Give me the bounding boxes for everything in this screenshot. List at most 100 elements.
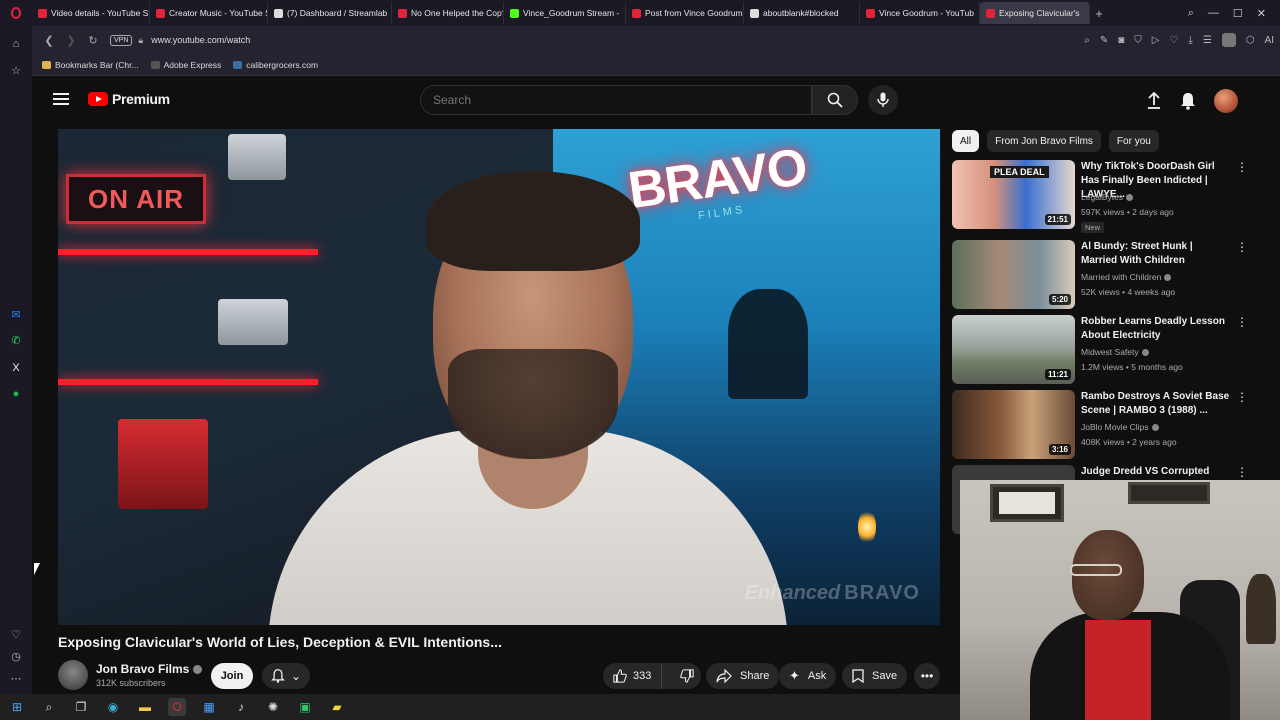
browser-tab[interactable]: Creator Music - YouTube S <box>150 2 268 24</box>
channel-label: LegalBytes <box>1081 192 1124 202</box>
browser-tab[interactable]: (7) Dashboard / Streamlab <box>268 2 392 24</box>
tab-label: Creator Music - YouTube S <box>169 8 268 18</box>
heart-icon[interactable]: ♡ <box>8 626 24 642</box>
kebab-menu-icon[interactable]: ⋮ <box>1236 315 1248 329</box>
more-icon[interactable]: ⋯ <box>8 670 24 686</box>
video-thumbnail[interactable]: 3:16 <box>952 390 1075 459</box>
like-button[interactable]: 333 <box>603 663 663 689</box>
download-icon[interactable]: ⤓ <box>1188 35 1192 46</box>
subscription-bell-button[interactable]: ⌄ <box>262 663 310 689</box>
chip-all[interactable]: All <box>952 130 980 152</box>
app-icon[interactable]: ▣ <box>296 698 314 716</box>
heart-icon[interactable]: ♡ <box>1169 35 1178 46</box>
search-tabs-icon[interactable]: ⌕ <box>1188 7 1194 20</box>
windows-start-icon[interactable]: ⊞ <box>8 698 26 716</box>
chatgpt-icon[interactable]: ✺ <box>264 698 282 716</box>
browser-tab[interactable]: No One Helped the Cop? <box>392 2 504 24</box>
video-thumbnail[interactable]: PLEA DEAL 21:51 <box>952 160 1075 229</box>
browser-tab[interactable]: aboutblank#blocked <box>744 2 860 24</box>
more-actions-button[interactable]: ••• <box>914 663 940 689</box>
tiktok-icon[interactable]: ♪ <box>232 698 250 716</box>
ask-button[interactable]: ✦ Ask <box>779 663 837 689</box>
vpn-badge[interactable]: VPN <box>110 34 133 46</box>
history-icon[interactable]: ◷ <box>8 648 24 664</box>
menu-icon[interactable]: ☰ <box>1203 35 1212 46</box>
share-button[interactable]: Share <box>706 663 780 689</box>
store-icon[interactable]: ▦ <box>200 698 218 716</box>
recommendation-item[interactable]: 5:20 Al Bundy: Street Hunk | Married Wit… <box>952 240 1252 310</box>
minimize-icon[interactable]: — <box>1208 7 1219 19</box>
browser-tab[interactable]: Vince Goodrum - YouTub <box>860 2 980 24</box>
back-icon[interactable]: ❮ <box>38 34 60 47</box>
sticky-notes-icon[interactable]: ▰ <box>328 698 346 716</box>
search-button[interactable] <box>812 85 858 115</box>
voice-search-button[interactable] <box>868 85 898 115</box>
bookmark-item[interactable]: Bookmarks Bar (Chr... <box>42 60 139 70</box>
video-thumbnail[interactable]: 5:20 <box>952 240 1075 309</box>
recommendation-item[interactable]: 11:21 Robber Learns Deadly Lesson About … <box>952 315 1252 385</box>
recommendation-item[interactable]: 3:16 Rambo Destroys A Soviet Base Scene … <box>952 390 1252 460</box>
search-page-icon[interactable]: ⌕ <box>1084 35 1090 46</box>
maximize-icon[interactable]: ☐ <box>1233 7 1243 20</box>
opera-icon[interactable]: O <box>168 698 186 716</box>
browser-tab[interactable]: Vince_Goodrum Stream - <box>504 2 626 24</box>
edit-icon[interactable]: ✎ <box>1100 35 1108 46</box>
video-player[interactable]: ON AIR BRAVO FILMS Enhanced BRAVO <box>58 129 940 625</box>
player-icon[interactable]: ▷ <box>1152 35 1160 46</box>
x-icon[interactable]: X <box>8 360 24 376</box>
channel-avatar[interactable] <box>58 660 88 690</box>
opera-logo-icon[interactable] <box>0 0 32 26</box>
ai-button[interactable]: AI <box>1265 35 1274 46</box>
avatar[interactable] <box>1214 89 1238 113</box>
bookmark-item[interactable]: calibergrocers.com <box>233 60 318 70</box>
forward-icon[interactable]: ❯ <box>60 34 82 47</box>
profile-icon[interactable] <box>1221 33 1236 47</box>
recommendation-title[interactable]: Judge Dredd VS Corrupted <box>1081 465 1231 479</box>
browser-tab-active[interactable]: Exposing Clavicular's <box>980 2 1090 24</box>
channel-name[interactable]: Jon Bravo Films <box>96 662 189 676</box>
home-icon[interactable]: ⌂ <box>8 36 24 52</box>
recommendation-item[interactable]: PLEA DEAL 21:51 Why TikTok's DoorDash Gi… <box>952 160 1252 233</box>
browser-sidebar: ⌂ ☆ ✉ ✆ X ● ♡ ◷ ⋯ <box>0 26 32 694</box>
upload-icon[interactable] <box>1146 92 1162 110</box>
extensions-icon[interactable]: ⬡ <box>1246 35 1255 46</box>
close-icon[interactable]: ✕ <box>1257 7 1266 20</box>
spotify-icon[interactable]: ● <box>8 386 24 402</box>
star-icon[interactable]: ☆ <box>8 62 24 78</box>
notifications-bell-icon[interactable] <box>1180 92 1196 110</box>
kebab-menu-icon[interactable]: ⋮ <box>1236 160 1248 174</box>
channel-name-row[interactable]: Jon Bravo Films <box>96 662 203 676</box>
recommendation-title[interactable]: Rambo Destroys A Soviet Base Scene | RAM… <box>1081 390 1231 418</box>
kebab-menu-icon[interactable]: ⋮ <box>1236 390 1248 404</box>
chip-from-channel[interactable]: From Jon Bravo Films <box>987 130 1101 152</box>
dislike-button[interactable] <box>670 663 704 689</box>
url-field[interactable]: www.youtube.com/watch <box>151 35 250 45</box>
save-button[interactable]: Save <box>842 663 908 689</box>
new-tab-button[interactable]: + <box>1090 6 1108 21</box>
menu-icon[interactable] <box>53 93 69 105</box>
bookmark-item[interactable]: Adobe Express <box>150 60 221 70</box>
edge-icon[interactable]: ◉ <box>104 698 122 716</box>
camera-icon[interactable]: ◙ <box>1118 35 1124 46</box>
whatsapp-icon[interactable]: ✆ <box>8 332 24 348</box>
chip-for-you[interactable]: For you <box>1108 130 1159 152</box>
filter-chips: All From Jon Bravo Films For you <box>952 130 1159 152</box>
recommendation-title[interactable]: Robber Learns Deadly Lesson About Electr… <box>1081 315 1231 343</box>
search-icon[interactable]: ⌕ <box>40 698 58 716</box>
video-thumbnail[interactable]: 11:21 <box>952 315 1075 384</box>
search-input[interactable] <box>433 93 811 107</box>
file-explorer-icon[interactable]: ▬ <box>136 698 154 716</box>
task-view-icon[interactable]: ❐ <box>72 698 90 716</box>
messenger-icon[interactable]: ✉ <box>8 306 24 322</box>
recommendation-title[interactable]: Al Bundy: Street Hunk | Married With Chi… <box>1081 240 1231 268</box>
search-field[interactable] <box>420 85 812 115</box>
youtube-premium-logo[interactable]: Premium <box>88 91 170 107</box>
reload-icon[interactable]: ↻ <box>82 34 104 47</box>
join-button[interactable]: Join <box>211 663 253 689</box>
browser-tab[interactable]: Video details - YouTube St <box>32 2 150 24</box>
webcam-overlay <box>960 480 1280 720</box>
kebab-menu-icon[interactable]: ⋮ <box>1236 465 1248 479</box>
shield-icon[interactable]: ⛉ <box>1134 35 1142 46</box>
browser-tab[interactable]: Post from Vince Goodrum <box>626 2 744 24</box>
kebab-menu-icon[interactable]: ⋮ <box>1236 240 1248 254</box>
